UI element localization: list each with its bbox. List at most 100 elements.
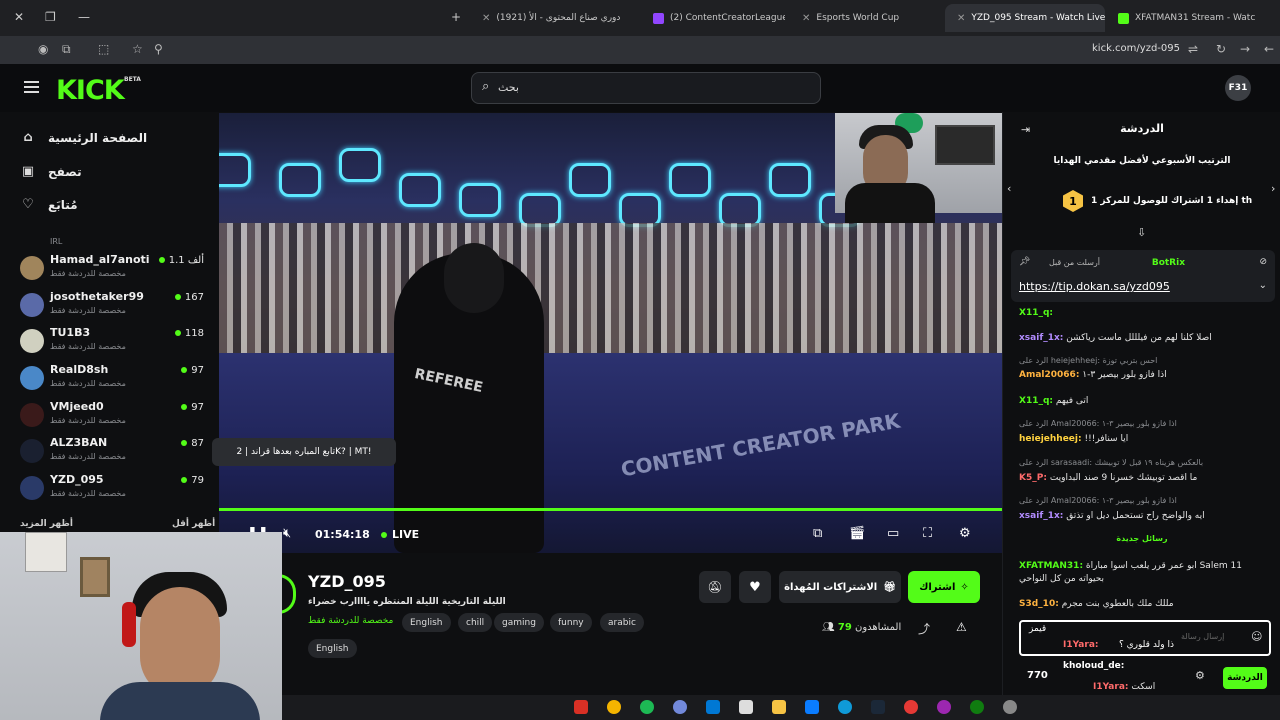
stream-tag[interactable]: gaming <box>494 613 544 632</box>
settings-gear-icon[interactable]: ⚙ <box>959 526 971 541</box>
discord-icon[interactable] <box>673 700 687 714</box>
browser-tab-active[interactable]: ✕ YZD_095 Stream - Watch Live o <box>945 4 1105 32</box>
chat-username[interactable]: X11_q: <box>1019 308 1053 318</box>
tab-close-icon[interactable]: ✕ <box>953 13 965 24</box>
theater-mode-icon[interactable]: ▭ <box>887 526 899 541</box>
fullscreen-icon[interactable]: ⛶ <box>923 526 932 541</box>
follow-button[interactable]: ♥ <box>739 571 771 603</box>
extensions-icon[interactable]: ⧉ <box>62 42 71 57</box>
nav-following[interactable]: ♡ مُتابَع <box>20 197 77 212</box>
chat-username[interactable]: xsaif_1x: <box>1019 511 1063 521</box>
gift-subs-button[interactable]: 🎁︎ الاشتراكات المُهداة <box>779 571 901 603</box>
browser-tab[interactable]: ✕ Esports World Cup <box>790 4 940 32</box>
app-icon[interactable] <box>574 700 588 714</box>
mute-icon[interactable]: 🔇︎ <box>283 526 291 541</box>
steam-icon[interactable] <box>871 700 885 714</box>
channel-item[interactable]: VMjeed0 مخصصة للدردشة فقط 97 <box>18 397 208 433</box>
streamer-body <box>845 183 935 223</box>
zoom-icon[interactable]: ⚲ <box>154 42 163 56</box>
folder-icon[interactable] <box>772 700 786 714</box>
chevron-down-icon[interactable]: ⌄ <box>1259 280 1267 291</box>
language-tag[interactable]: English <box>308 639 357 658</box>
nav-browse[interactable]: ▣ تصفح <box>20 164 82 179</box>
chat-username[interactable]: I1Yara: <box>1093 682 1129 692</box>
video-player[interactable]: CONTENT CREATOR PARK REFEREE ❚❚ 🔇︎ 01:54… <box>219 113 1002 553</box>
chat-username[interactable]: XFATMAN31: <box>1019 561 1083 571</box>
spotify-icon[interactable] <box>640 700 654 714</box>
channel-item[interactable]: YZD_095 مخصصة للدردشة فقط 79 <box>18 470 208 506</box>
app-icon[interactable] <box>937 700 951 714</box>
vscode-icon[interactable] <box>805 700 819 714</box>
url-field[interactable]: kick.com/yzd-095 <box>1092 43 1180 54</box>
chat-username[interactable]: xsaif_1x: <box>1019 333 1063 343</box>
back-icon[interactable]: ← <box>1264 42 1274 56</box>
channel-item[interactable]: RealD8sh مخصصة للدردشة فقط 97 <box>18 360 208 396</box>
chat-username[interactable]: X11_q: <box>1019 396 1053 406</box>
tab-close-icon[interactable]: ✕ <box>798 13 810 24</box>
stream-tag[interactable]: English <box>402 613 451 632</box>
chat-send-button[interactable]: الدردشة <box>1223 667 1267 689</box>
stream-tag[interactable]: arabic <box>600 613 644 632</box>
close-window-icon[interactable]: ✕ <box>14 10 24 24</box>
edge-icon[interactable] <box>838 700 852 714</box>
clip-icon[interactable]: 🎬︎ <box>849 526 866 541</box>
store-icon[interactable] <box>739 700 753 714</box>
chevron-right-icon[interactable]: › <box>1271 182 1275 195</box>
menu-icon[interactable] <box>24 81 39 93</box>
unpin-icon[interactable]: ⊘ <box>1259 257 1267 267</box>
channel-item[interactable]: TU1B3 مخصصة للدردشة فقط 118 <box>18 323 208 359</box>
video-progress-bar[interactable] <box>219 508 1002 511</box>
profile-icon[interactable]: ◉ <box>38 42 48 56</box>
channel-points[interactable]: 770 <box>1027 670 1048 681</box>
chat-username[interactable]: kholoud_de: <box>1063 661 1124 671</box>
chat-username[interactable]: Amal20066: <box>1019 370 1079 380</box>
new-messages-divider[interactable]: رسائل جديدة <box>1003 534 1280 543</box>
subscribe-button[interactable]: اشتراك ✧ <box>908 571 980 603</box>
channel-item[interactable]: ALZ3BAN مخصصة للدردشة فقط 87 <box>18 433 208 469</box>
new-tab-icon[interactable]: + <box>451 10 461 24</box>
share-icon[interactable]: ⤴ <box>918 620 930 637</box>
notification-button[interactable]: 🔕︎ <box>699 571 731 603</box>
chat-username[interactable]: heiejehheej: <box>1019 434 1082 444</box>
settings-icon[interactable] <box>1003 700 1017 714</box>
app-icon[interactable] <box>904 700 918 714</box>
show-more-link[interactable]: أظهر المزيد <box>20 519 73 529</box>
xbox-icon[interactable] <box>970 700 984 714</box>
chevron-left-icon[interactable]: ‹ <box>1007 182 1011 195</box>
channel-item[interactable]: Hamad_al7anoti مخصصة للدردشة فقط 1.1 ألف <box>18 250 208 286</box>
stream-tag[interactable]: chill <box>458 613 493 632</box>
stream-tag[interactable]: funny <box>550 613 592 632</box>
tab-close-icon[interactable]: ✕ <box>478 13 490 24</box>
restore-window-icon[interactable]: ❐ <box>45 10 56 24</box>
report-icon[interactable]: ⚠ <box>956 620 967 634</box>
chrome-icon[interactable] <box>607 700 621 714</box>
streamer-name[interactable]: YZD_095 <box>308 572 386 591</box>
forward-icon[interactable]: → <box>1240 42 1250 56</box>
pinned-username[interactable]: BotRix <box>1152 258 1185 268</box>
expand-pinned-icon[interactable]: ⇩ <box>1137 226 1146 239</box>
minimize-window-icon[interactable]: — <box>78 10 90 24</box>
browser-tab[interactable]: ✕ دوري صناع المحتوى - الأ (1921) <box>470 4 625 32</box>
outlook-icon[interactable] <box>706 700 720 714</box>
browser-tab[interactable]: XFATMAN31 Stream - Watc ✕ <box>1110 4 1260 32</box>
user-avatar[interactable]: F31 <box>1225 75 1251 101</box>
chat-username[interactable]: K5_P: <box>1019 473 1047 483</box>
tab-close-icon[interactable]: ✕ <box>1255 13 1260 24</box>
puzzle-icon[interactable]: ⬚ <box>98 42 109 56</box>
bookmark-star-icon[interactable]: ☆ <box>132 42 143 56</box>
search-input[interactable]: ⌕ بحث <box>471 72 821 104</box>
browser-tab[interactable]: (2) ContentCreatorLeague ✕ <box>645 4 785 32</box>
pinned-link[interactable]: https://tip.dokan.sa/yzd095 <box>1019 280 1170 293</box>
pip-icon[interactable]: ⧉ <box>813 526 822 541</box>
site-settings-icon[interactable]: ⇌ <box>1188 42 1198 56</box>
kick-logo[interactable]: KICK <box>56 75 125 106</box>
nav-home[interactable]: ⌂ الصفحة الرئيسية <box>20 130 147 145</box>
chat-settings-icon[interactable]: ⚙ <box>1195 669 1205 682</box>
chat-input[interactable]: قيمز I1Yara: ذا ولد قلوري ؟ إرسال رسالة … <box>1019 620 1271 656</box>
stream-category[interactable]: مخصصة للدردشة فقط <box>308 616 393 626</box>
emoji-icon[interactable]: ☺ <box>1251 630 1262 643</box>
channel-item[interactable]: josothetaker99 مخصصة للدردشة فقط 167 <box>18 287 208 323</box>
chat-username[interactable]: S3d_10: <box>1019 599 1059 609</box>
show-less-link[interactable]: أظهر أقل <box>172 519 215 529</box>
reload-icon[interactable]: ↻ <box>1216 42 1226 56</box>
